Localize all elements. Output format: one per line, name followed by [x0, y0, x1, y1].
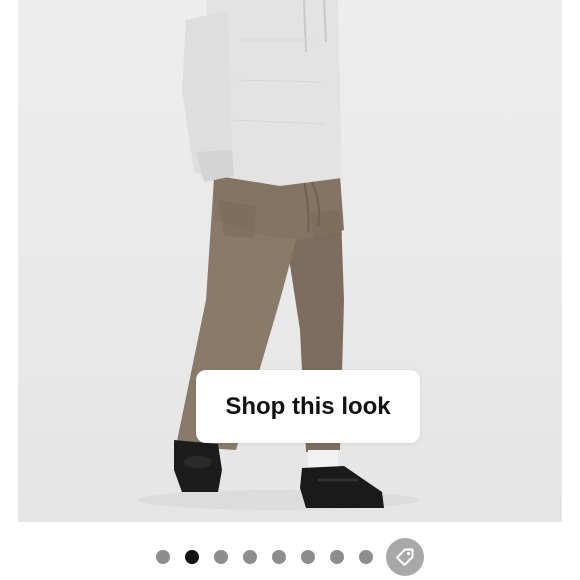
carousel-dot-8[interactable]: [359, 550, 373, 564]
carousel-dot-4[interactable]: [243, 550, 257, 564]
carousel-dot-7[interactable]: [330, 550, 344, 564]
carousel-dot-5[interactable]: [272, 550, 286, 564]
product-photo[interactable]: Shop this look: [18, 0, 562, 522]
carousel-pagination: [0, 538, 580, 576]
carousel-dot-3[interactable]: [214, 550, 228, 564]
tag-icon: [396, 548, 414, 566]
model-illustration: [138, 0, 418, 510]
carousel-dot-6[interactable]: [301, 550, 315, 564]
shop-this-look-button[interactable]: Shop this look: [196, 370, 420, 443]
shoppable-tags-button[interactable]: [386, 538, 424, 576]
carousel-dot-2-active[interactable]: [185, 550, 199, 564]
carousel-dot-1[interactable]: [156, 550, 170, 564]
